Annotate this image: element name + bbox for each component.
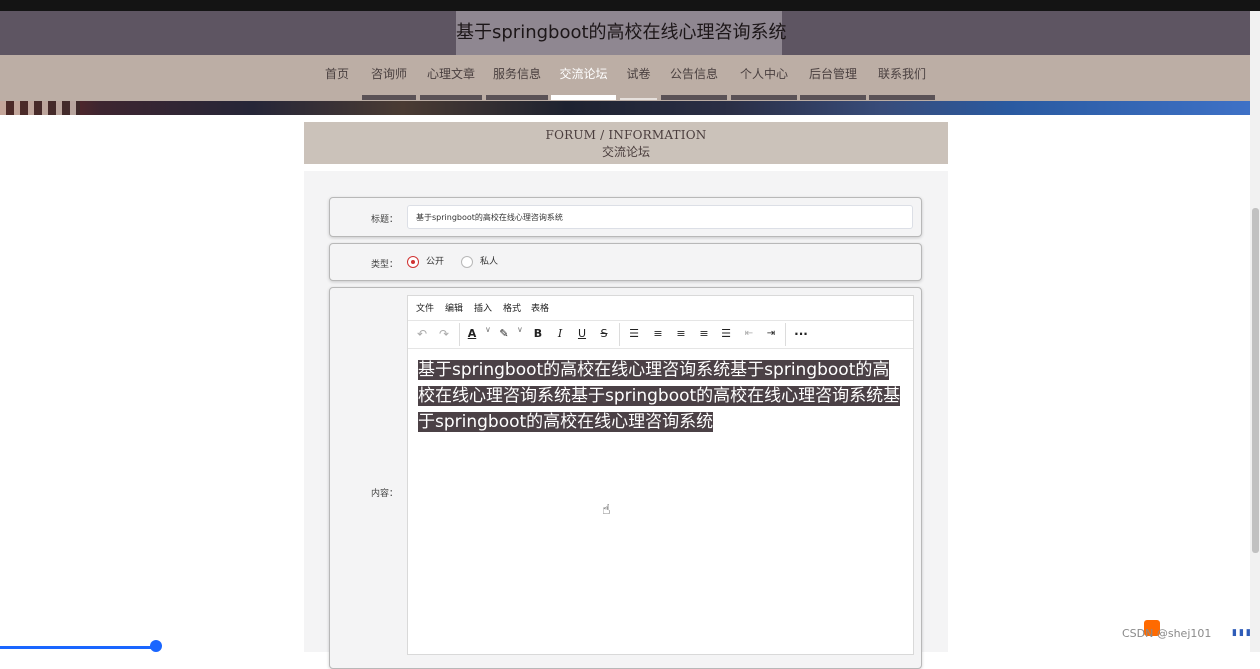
indent-icon[interactable]: ⇥ [764,325,778,343]
align-center-icon[interactable]: ≡ [674,325,688,343]
banner-image [0,101,1260,115]
video-progress-bar[interactable] [0,646,157,649]
nav-item-articles[interactable]: 心理文章 [420,55,482,100]
banner-image-detail [0,101,80,115]
editor-toolbar: ↶ ↷ A ∨ ✎ ∨ B I U S ☰ ≡ ≡ ≡ ☰ ⇤ ⇥ ··· [408,320,913,349]
radio-private-circle[interactable] [461,256,473,268]
content-row: 内容： 文件 编辑 插入 格式 表格 ↶ ↷ A ∨ ✎ ∨ B I U S ☰… [329,287,922,669]
nav-item-services[interactable]: 服务信息 [486,55,548,100]
menu-file[interactable]: 文件 [416,301,434,314]
window-top-strip [0,0,1260,11]
nav-item-counselors[interactable]: 咨询师 [362,55,416,100]
outdent-icon[interactable]: ⇤ [742,325,756,343]
editor-menubar: 文件 编辑 插入 格式 表格 [408,296,913,320]
underline-icon[interactable]: U [575,325,589,343]
font-color-icon[interactable]: A [465,325,479,343]
title-input[interactable] [407,205,913,229]
title-label: 标题： [370,215,398,225]
align-justify-icon[interactable]: ☰ [719,325,733,343]
nav-item-contact[interactable]: 联系我们 [869,55,935,100]
menu-table[interactable]: 表格 [531,301,549,314]
editor-content[interactable]: 基于springboot的高校在线心理咨询系统基于springboot的高校在线… [418,357,906,435]
nav-item-home[interactable]: 首页 [316,55,358,100]
section-title-en: FORUM / INFORMATION [545,128,707,142]
line-height-icon[interactable]: ☰ [627,325,641,343]
hand-cursor-icon: ☝ [602,502,611,518]
toolbar-divider [785,323,786,346]
editor-selected-text: 基于springboot的高校在线心理咨询系统基于springboot的高校在线… [418,360,901,432]
title-row: 标题： [329,197,922,237]
bold-icon[interactable]: B [531,325,545,343]
nav-item-notices[interactable]: 公告信息 [661,55,727,100]
menu-edit[interactable]: 编辑 [445,301,463,314]
highlight-icon[interactable]: ✎ [497,325,511,343]
align-right-icon[interactable]: ≡ [697,325,711,343]
radio-public-label: 公开 [426,257,445,267]
more-icon[interactable]: ··· [792,325,810,343]
menu-format[interactable]: 格式 [503,301,521,314]
site-title: 基于springboot的高校在线心理咨询系统 [456,11,787,55]
site-header: 基于springboot的高校在线心理咨询系统 [0,11,1260,55]
main-nav: 首页 咨询师 心理文章 服务信息 交流论坛 试卷 公告信息 个人中心 后台管理 … [0,55,1260,101]
redo-icon[interactable]: ↷ [436,325,452,343]
toolbar-divider [619,323,620,346]
align-left-icon[interactable]: ≡ [651,325,665,343]
forum-form-panel: 标题： 类型： 公开 私人 内容： 文件 编辑 插入 格式 表格 ↶ [304,171,948,669]
nav-item-forum[interactable]: 交流论坛 [551,55,616,100]
section-title-cn: 交流论坛 [601,145,650,159]
strikethrough-icon[interactable]: S [597,325,611,343]
csdn-watermark: CSDN @shej101 [1122,627,1212,640]
radio-public-circle[interactable] [407,256,419,268]
chevron-down-icon[interactable]: ∨ [517,325,523,334]
toolbar-divider [459,323,460,346]
chevron-down-icon[interactable]: ∨ [485,325,491,334]
menu-insert[interactable]: 插入 [474,301,492,314]
radio-private-label: 私人 [480,257,499,267]
italic-icon[interactable]: I [553,325,567,343]
section-heading: FORUM / INFORMATION 交流论坛 [304,122,948,164]
undo-icon[interactable]: ↶ [414,325,430,343]
nav-item-exam[interactable]: 试卷 [620,55,657,100]
radio-public-dot [411,260,415,264]
nav-item-personal-center[interactable]: 个人中心 [731,55,797,100]
type-row: 类型： 公开 私人 [329,243,922,281]
type-label: 类型： [370,260,398,270]
content-label: 内容： [370,489,398,499]
tray-icons: ▮▮▮ [1232,628,1253,638]
nav-item-admin[interactable]: 后台管理 [800,55,866,100]
rich-text-editor[interactable]: 文件 编辑 插入 格式 表格 ↶ ↷ A ∨ ✎ ∨ B I U S ☰ ≡ ≡… [407,295,914,655]
video-progress-knob[interactable] [150,640,162,652]
page-scrollbar-thumb[interactable] [1252,208,1259,553]
